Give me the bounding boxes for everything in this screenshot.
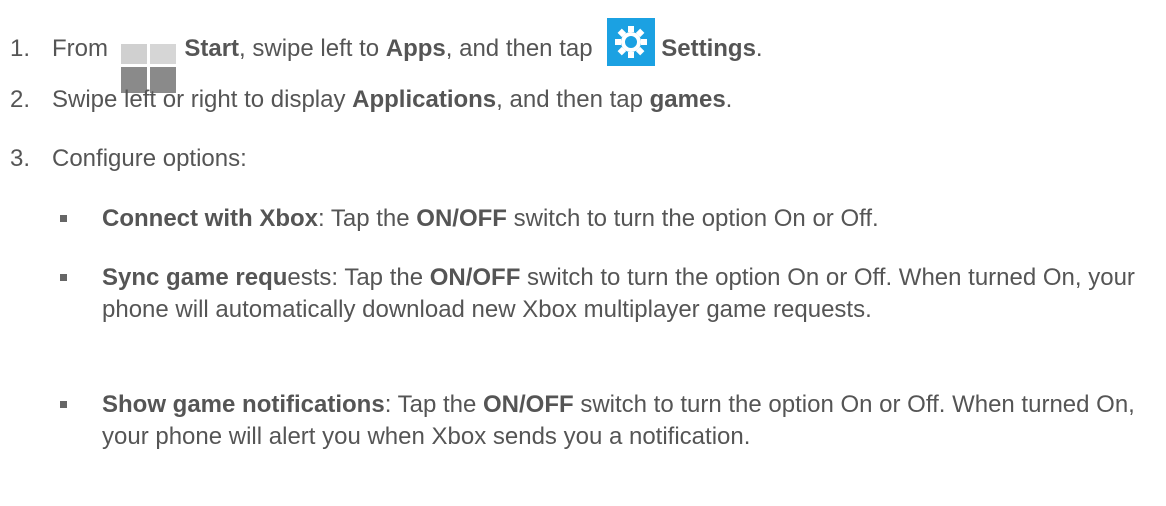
step-text: , and then tap [496,86,650,113]
option-body: : Tap the [331,264,430,291]
option-text: Show game notifications: Tap the ON/OFF … [102,389,1152,453]
step-number: 1. [10,35,31,62]
option-title: Sync game requ [102,264,288,291]
bullet-icon [60,401,67,408]
option-body: switch to turn the option On or Off. [506,205,879,232]
instructions-page: 1. From Start, swipe left to Apps, and th… [0,0,1166,506]
step-text: Configure options: [52,145,247,172]
option-connect-with-xbox: Connect with Xbox: Tap the ON/OFF switch… [60,203,1152,235]
switch-label: ON/OFF [483,391,574,418]
option-body: : Tap the [384,391,483,418]
settings-label: Settings [661,35,756,62]
step-number: 3. [10,145,31,172]
switch-label: ON/OFF [429,264,521,291]
switch-label: ON/OFF [416,205,507,232]
step-text: From [52,35,115,62]
option-title: Show game notifications [102,391,385,418]
step-text: , swipe left to [239,35,386,62]
step-text: . [755,35,763,62]
option-text: Sync game requests: Tap the ON/OFF switc… [102,262,1152,326]
step-text: , and then tap [445,35,600,62]
settings-gear-icon [607,18,656,66]
option-show-game-notifications: Show game notifications: Tap the ON/OFF … [60,389,1152,453]
applications-label: Applications [352,86,497,113]
step-2: 2. Swipe left or right to display Applica… [10,84,1150,116]
option-text: Connect with Xbox: Tap the ON/OFF switch… [102,203,1152,235]
option-body: : Tap the [318,205,417,232]
option-sync-game-requests: Sync game requests: Tap the ON/OFF switc… [60,262,1152,326]
option-title-rest: ests [287,264,332,291]
games-label: games [649,86,726,113]
step-3: 3. Configure options: [10,143,1150,175]
start-label: Start [184,35,240,62]
option-title: Connect with Xbox [102,205,318,232]
step-1: 1. From Start, swipe left to Apps, and th… [10,18,1150,93]
step-text: . [725,86,733,113]
step-number: 2. [10,86,31,113]
apps-label: Apps [385,35,446,62]
bullet-icon [60,215,67,222]
bullet-icon [60,274,67,281]
step-text: Swipe left or right to display [52,86,353,113]
